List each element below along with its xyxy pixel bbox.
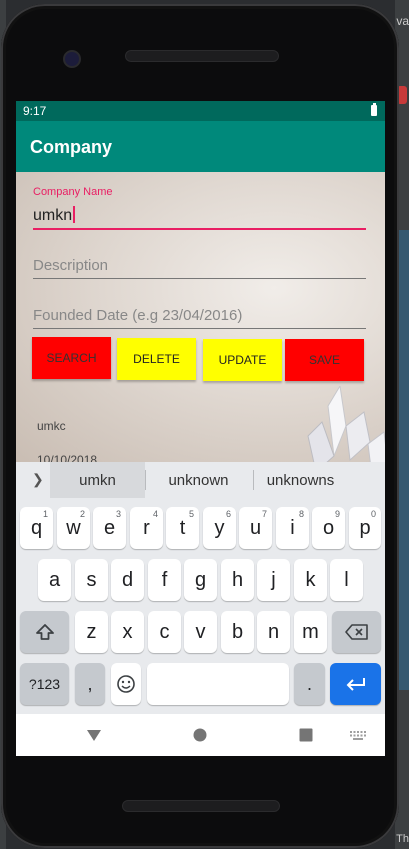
company-name-value: umkn [33, 207, 73, 224]
key-w[interactable]: w2 [57, 507, 90, 549]
delete-button[interactable]: DELETE [117, 338, 196, 380]
key-o[interactable]: o9 [312, 507, 345, 549]
key-l[interactable]: l [330, 559, 363, 601]
nav-home-icon[interactable] [193, 728, 207, 742]
key-m[interactable]: m [294, 611, 327, 653]
key-j[interactable]: j [257, 559, 290, 601]
key-h[interactable]: h [221, 559, 254, 601]
suggestion-3[interactable]: unknowns [253, 462, 348, 498]
key-y[interactable]: y6 [203, 507, 236, 549]
enter-icon [346, 678, 365, 691]
text-cursor [73, 206, 75, 223]
key-i[interactable]: i8 [276, 507, 309, 549]
battery-icon [371, 103, 377, 116]
emoji-icon [117, 675, 135, 693]
app-title: Company [30, 137, 113, 157]
chevron-right-icon[interactable]: ❯ [32, 471, 44, 488]
description-input[interactable]: Description [33, 257, 108, 274]
symbols-key[interactable]: ?123 [20, 663, 69, 705]
key-r[interactable]: r4 [130, 507, 163, 549]
device-screen: 9:17 Company Company Name umkn Descripti… [16, 101, 385, 756]
company-name-label: Company Name [33, 186, 113, 198]
nav-back-icon[interactable] [86, 729, 102, 742]
backspace-icon [344, 624, 368, 640]
key-d[interactable]: d [111, 559, 144, 601]
key-n[interactable]: n [257, 611, 290, 653]
founded-date-input[interactable]: Founded Date (e.g 23/04/2016) [33, 307, 242, 324]
key-s[interactable]: s [75, 559, 108, 601]
save-button[interactable]: SAVE [285, 339, 364, 381]
comma-key[interactable]: , [75, 663, 105, 705]
emoji-key[interactable] [111, 663, 141, 705]
period-key[interactable]: . [294, 663, 325, 705]
key-t[interactable]: t5 [166, 507, 199, 549]
update-button[interactable]: UPDATE [203, 339, 282, 381]
key-f[interactable]: f [148, 559, 181, 601]
key-q[interactable]: q1 [20, 507, 53, 549]
space-key[interactable] [147, 663, 289, 705]
form-area: Company Name umkn Description Founded Da… [16, 172, 385, 462]
key-z[interactable]: z [75, 611, 108, 653]
backspace-key[interactable] [332, 611, 381, 653]
key-e[interactable]: e3 [93, 507, 126, 549]
suggestion-2[interactable]: unknown [151, 462, 246, 498]
key-x[interactable]: x [111, 611, 144, 653]
search-button[interactable]: SEARCH [32, 337, 111, 379]
suggestion-strip: ❯ umkn unknown unknowns [16, 462, 385, 498]
shift-icon [35, 624, 54, 640]
key-v[interactable]: v [184, 611, 217, 653]
key-b[interactable]: b [221, 611, 254, 653]
nav-recents-icon[interactable] [299, 728, 313, 742]
key-a[interactable]: a [38, 559, 71, 601]
navigation-bar [16, 714, 385, 756]
key-c[interactable]: c [148, 611, 181, 653]
keyboard-switch-icon[interactable] [350, 731, 366, 740]
company-name-input[interactable]: umkn [33, 206, 75, 225]
bottom-speaker [122, 800, 280, 812]
shift-key[interactable] [20, 611, 69, 653]
status-bar: 9:17 [16, 101, 385, 121]
key-u[interactable]: u7 [239, 507, 272, 549]
suggestion-divider [145, 470, 146, 490]
ide-fragment-top: va [396, 14, 409, 28]
status-time: 9:17 [23, 104, 47, 118]
description-underline [33, 278, 366, 279]
soft-keyboard: ❯ umkn unknown unknowns q1 w2 e3 r4 t5 y… [16, 462, 385, 756]
key-k[interactable]: k [294, 559, 327, 601]
ide-fragment-bottom: Th [396, 833, 409, 845]
key-p[interactable]: p0 [349, 507, 381, 549]
app-bar: Company [16, 121, 385, 172]
company-name-underline [33, 228, 366, 230]
top-speaker [125, 50, 279, 62]
list-item-date[interactable]: 10/10/2018 [37, 453, 97, 462]
suggestion-1[interactable]: umkn [50, 462, 145, 498]
key-g[interactable]: g [184, 559, 217, 601]
background-crystal-image [307, 386, 385, 462]
enter-key[interactable] [330, 663, 381, 705]
list-item-name[interactable]: umkc [37, 419, 66, 433]
front-camera [63, 50, 81, 68]
founded-date-underline [33, 328, 366, 329]
